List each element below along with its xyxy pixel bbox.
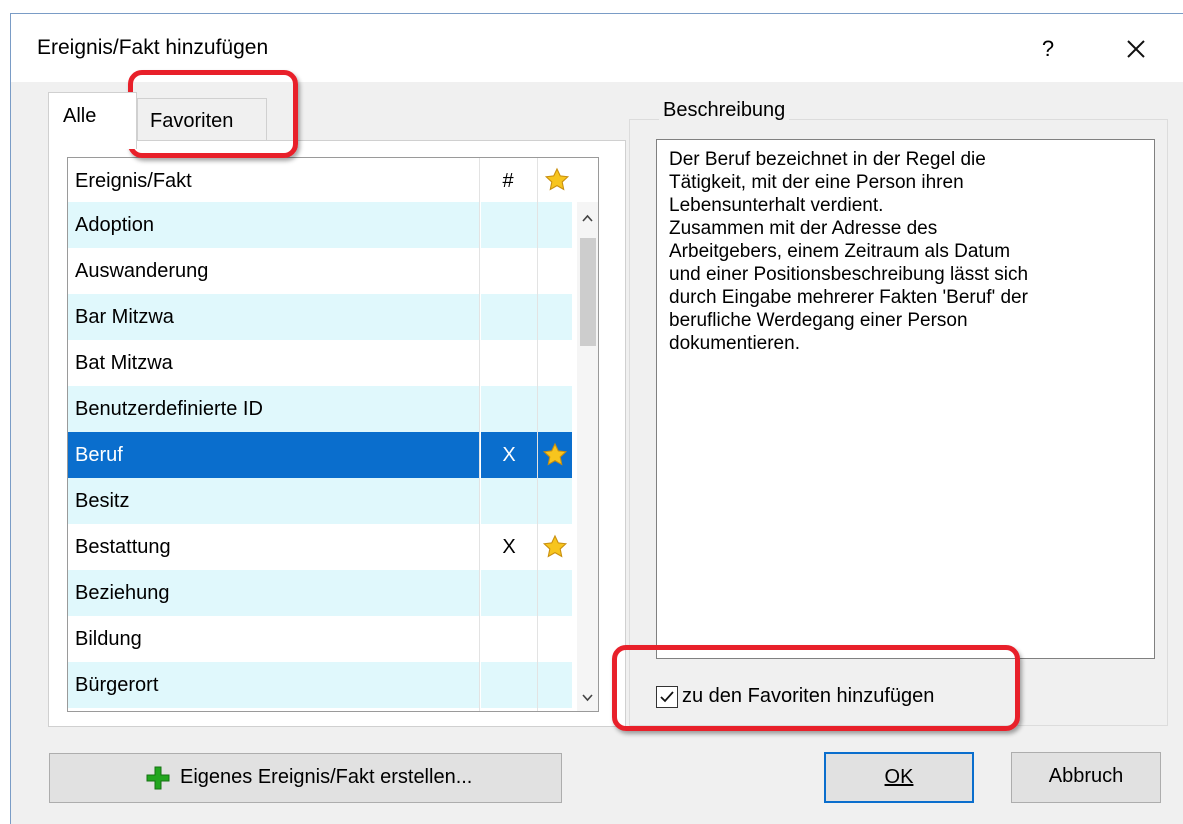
list-item-count-cell[interactable]: X — [481, 524, 537, 570]
plus-icon — [146, 766, 170, 790]
list-item-name: Bestattung — [75, 536, 171, 558]
dialog-title: Ereignis/Fakt hinzufügen — [37, 36, 269, 59]
list-item-name: Bildung — [75, 628, 142, 650]
column-header-name[interactable]: Ereignis/Fakt — [75, 170, 192, 193]
list-rows: Adoption Auswanderung Bar Mitzwa Bat Mitzwa… — [68, 202, 577, 708]
list-item-favorite-cell[interactable] — [538, 616, 572, 662]
list-header: Ereignis/Fakt # — [68, 158, 598, 202]
list-item-favorite-cell[interactable] — [538, 340, 572, 386]
star-icon[interactable] — [544, 167, 570, 193]
list-item[interactable]: Beziehung — [68, 570, 577, 616]
tab-alle-label: Alle — [63, 105, 97, 127]
star-icon — [542, 534, 568, 558]
highlight-annotation-favorites-checkbox — [612, 645, 1020, 731]
list-item-name: Auswanderung — [75, 260, 209, 282]
star-icon — [542, 442, 568, 466]
description-textbox: Der Beruf bezeichnet in der Regel die Tä… — [656, 139, 1155, 659]
column-header-count[interactable]: # — [496, 170, 520, 193]
list-item-favorite-cell[interactable] — [538, 662, 572, 708]
list-item-name-cell[interactable]: Bestattung — [68, 524, 479, 570]
list-item[interactable]: Bildung — [68, 616, 577, 662]
list-item-count: X — [502, 444, 516, 466]
list-item-count-cell[interactable] — [481, 616, 537, 662]
help-button[interactable]: ? — [1033, 32, 1063, 66]
fact-list[interactable]: Ereignis/Fakt # Adoption Auswanderung Bar … — [67, 157, 599, 712]
list-item-name: Beruf — [75, 444, 123, 466]
list-item-name-cell[interactable]: Adoption — [68, 202, 479, 248]
list-item-name-cell[interactable]: Auswanderung — [68, 248, 479, 294]
list-item-favorite-cell[interactable] — [538, 432, 572, 478]
close-icon — [1127, 40, 1145, 58]
list-item-count-cell[interactable] — [481, 248, 537, 294]
list-item[interactable]: Bat Mitzwa — [68, 340, 577, 386]
list-scrollbar[interactable] — [577, 202, 598, 711]
list-item-favorite-cell[interactable] — [538, 386, 572, 432]
tab-panel-alle: Ereignis/Fakt # Adoption Auswanderung Bar … — [48, 140, 626, 727]
list-item[interactable]: Besitz — [68, 478, 577, 524]
list-item-name-cell[interactable]: Bat Mitzwa — [68, 340, 479, 386]
list-item-favorite-cell[interactable] — [538, 524, 572, 570]
ok-button[interactable]: OK — [824, 752, 974, 803]
list-item-name-cell[interactable]: Bar Mitzwa — [68, 294, 479, 340]
list-item-name-cell[interactable]: Bildung — [68, 616, 479, 662]
list-item-name: Besitz — [75, 490, 130, 512]
list-item-name: Bat Mitzwa — [75, 352, 173, 374]
create-fact-button[interactable]: Eigenes Ereignis/Fakt erstellen... — [49, 753, 562, 803]
list-item-count-cell[interactable] — [481, 662, 537, 708]
list-item-name-cell[interactable]: Beruf — [68, 432, 479, 478]
tab-alle[interactable]: Alle — [48, 92, 137, 149]
list-item-name-cell[interactable]: Beziehung — [68, 570, 479, 616]
cancel-button-label: Abbruch — [1048, 765, 1124, 787]
list-item-name: Benutzerdefinierte ID — [75, 398, 263, 420]
list-item-name: Bar Mitzwa — [75, 306, 174, 328]
description-text: Der Beruf bezeichnet in der Regel die Tä… — [669, 149, 1029, 354]
list-item-name: Beziehung — [75, 582, 170, 604]
close-button[interactable] — [1119, 32, 1153, 66]
list-item-name: Adoption — [75, 214, 154, 236]
list-item-favorite-cell[interactable] — [538, 294, 572, 340]
create-fact-button-label: Eigenes Ereignis/Fakt erstellen... — [180, 766, 473, 788]
list-item[interactable]: Bürgerort — [68, 662, 577, 708]
list-item[interactable]: Beruf X — [68, 432, 577, 478]
scroll-down-arrow-icon[interactable] — [577, 688, 598, 708]
list-item-name-cell[interactable]: Bürgerort — [68, 662, 479, 708]
list-item-count-cell[interactable] — [481, 202, 537, 248]
list-item-name-cell[interactable]: Benutzerdefinierte ID — [68, 386, 479, 432]
cancel-button[interactable]: Abbruch — [1011, 752, 1161, 803]
list-item-favorite-cell[interactable] — [538, 570, 572, 616]
list-item[interactable]: Benutzerdefinierte ID — [68, 386, 577, 432]
list-item-count-cell[interactable] — [481, 570, 537, 616]
ok-button-label: OK — [884, 766, 914, 788]
scrollbar-thumb[interactable] — [580, 238, 596, 346]
list-item-count-cell[interactable]: X — [481, 432, 537, 478]
list-item-favorite-cell[interactable] — [538, 478, 572, 524]
list-item-count-cell[interactable] — [481, 294, 537, 340]
description-legend: Beschreibung — [659, 99, 790, 122]
list-item[interactable]: Bestattung X — [68, 524, 577, 570]
list-item-favorite-cell[interactable] — [538, 202, 572, 248]
highlight-annotation-favorites-tab — [128, 70, 298, 158]
list-item-favorite-cell[interactable] — [538, 248, 572, 294]
list-item[interactable]: Adoption — [68, 202, 577, 248]
list-item-count: X — [502, 536, 516, 558]
list-item-count-cell[interactable] — [481, 386, 537, 432]
list-item-count-cell[interactable] — [481, 340, 537, 386]
list-item-name: Bürgerort — [75, 674, 159, 696]
list-item-count-cell[interactable] — [481, 478, 537, 524]
scroll-up-arrow-icon[interactable] — [577, 208, 598, 228]
list-item-name-cell[interactable]: Besitz — [68, 478, 479, 524]
list-item[interactable]: Auswanderung — [68, 248, 577, 294]
list-item[interactable]: Bar Mitzwa — [68, 294, 577, 340]
